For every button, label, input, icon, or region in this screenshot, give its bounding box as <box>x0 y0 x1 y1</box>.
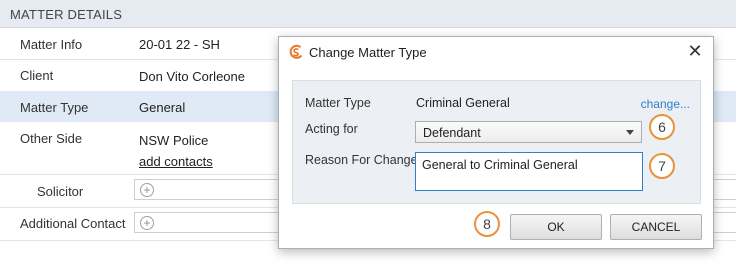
acting-for-label: Acting for <box>305 122 358 136</box>
solicitor-label: Solicitor <box>37 184 84 199</box>
matter-type-field-label: Matter Type <box>305 96 371 110</box>
step-badge-acting-for: 6 <box>649 114 675 140</box>
matter-type-value: General <box>139 100 186 115</box>
matter-type-label: Matter Type <box>20 100 89 115</box>
section-header: MATTER DETAILS <box>0 0 736 28</box>
app-logo-icon <box>289 44 303 59</box>
additional-contact-label: Additional Contact <box>20 216 126 231</box>
client-label: Client <box>20 68 54 83</box>
add-contacts-link[interactable]: add contacts <box>139 154 213 169</box>
step-badge-reason: 7 <box>649 153 675 179</box>
change-link[interactable]: change... <box>641 97 690 111</box>
reason-label: Reason For Change <box>305 153 418 167</box>
acting-for-select[interactable]: Defendant <box>415 121 642 143</box>
section-title: MATTER DETAILS <box>10 7 123 22</box>
other-side-label: Other Side <box>20 131 83 146</box>
matter-info-value: 20-01 22 - SH <box>139 37 220 52</box>
reason-text: General to Criminal General <box>422 158 578 172</box>
dialog-title-bar: Change Matter Type ✕ <box>279 37 713 67</box>
dialog-form-panel: Matter Type Criminal General change... A… <box>292 80 701 204</box>
step-badge-ok: 8 <box>474 211 500 237</box>
matter-info-label: Matter Info <box>20 37 83 52</box>
ok-button[interactable]: OK <box>510 214 602 240</box>
acting-for-selected-value: Defendant <box>423 126 481 140</box>
matter-type-field-value: Criminal General <box>416 96 510 110</box>
other-side-value: NSW Police <box>139 133 209 148</box>
cancel-button[interactable]: CANCEL <box>610 214 702 240</box>
client-value: Don Vito Corleone <box>139 69 245 84</box>
plus-circle-icon[interactable]: + <box>140 183 154 197</box>
chevron-down-icon <box>626 130 634 135</box>
plus-circle-icon[interactable]: + <box>140 216 154 230</box>
reason-textarea[interactable]: General to Criminal General <box>415 152 643 191</box>
dialog-title: Change Matter Type <box>309 45 427 60</box>
close-icon[interactable]: ✕ <box>687 42 703 60</box>
